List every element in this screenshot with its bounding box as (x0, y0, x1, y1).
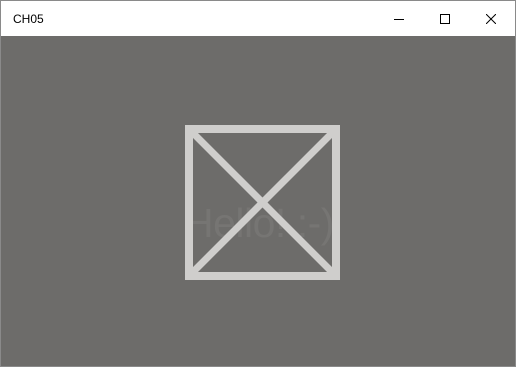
close-icon (486, 13, 496, 24)
maximize-icon (440, 13, 450, 24)
image-placeholder-icon (185, 125, 340, 280)
minimize-icon (394, 18, 404, 20)
app-window: CH05 Hello! :-) (0, 0, 516, 367)
title-bar[interactable]: CH05 (1, 1, 515, 36)
close-button[interactable] (468, 1, 514, 36)
minimize-button[interactable] (376, 1, 422, 36)
client-area: Hello! :-) (1, 36, 515, 366)
window-title: CH05 (13, 12, 44, 26)
maximize-button[interactable] (422, 1, 468, 36)
